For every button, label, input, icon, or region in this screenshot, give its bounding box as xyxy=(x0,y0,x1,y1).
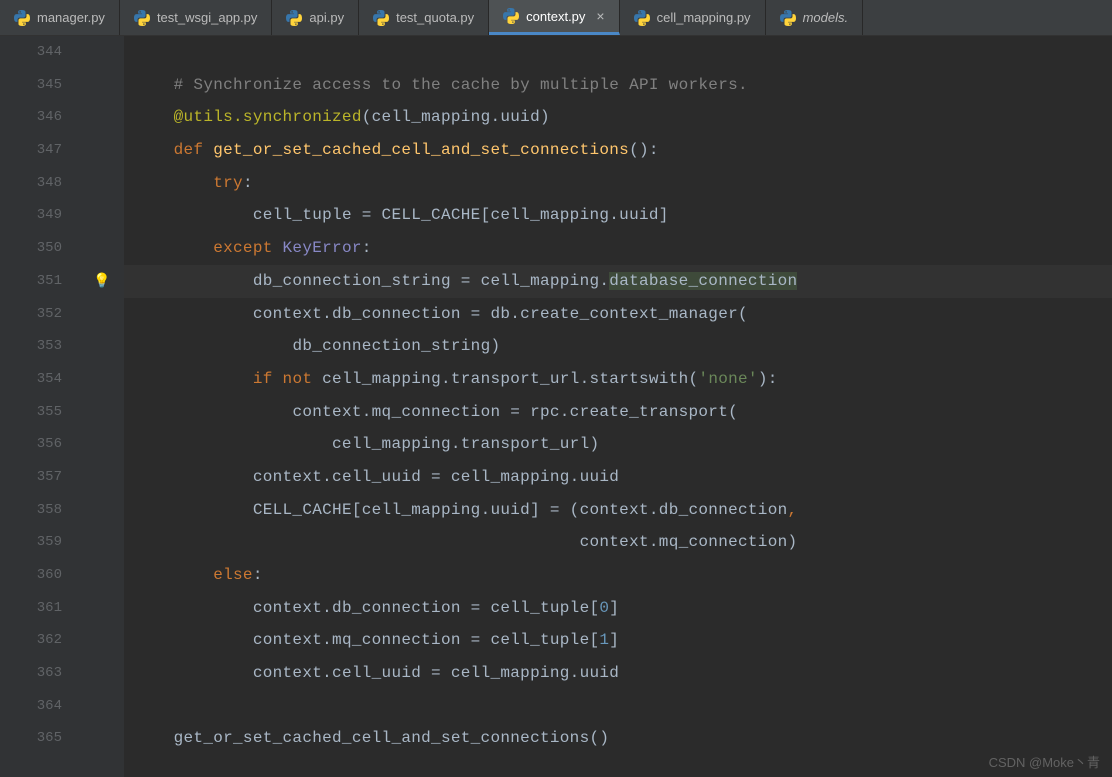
python-icon xyxy=(14,10,30,26)
editor-tabs: manager.py test_wsgi_app.py api.py test_… xyxy=(0,0,1112,36)
tab-models[interactable]: models. xyxy=(766,0,864,35)
line-number: 353 xyxy=(0,330,62,363)
line-number: 363 xyxy=(0,657,62,690)
python-icon xyxy=(503,8,519,24)
tab-cell-mapping[interactable]: cell_mapping.py xyxy=(620,0,766,35)
code-line: cell_mapping.transport_url) xyxy=(134,428,1112,461)
code-line: def get_or_set_cached_cell_and_set_conne… xyxy=(134,134,1112,167)
code-line xyxy=(134,36,1112,69)
line-number: 357 xyxy=(0,461,62,494)
line-number: 345 xyxy=(0,69,62,102)
code-line: db_connection_string) xyxy=(134,330,1112,363)
line-number: 352 xyxy=(0,298,62,331)
line-number: 347 xyxy=(0,134,62,167)
code-line: # Synchronize access to the cache by mul… xyxy=(134,69,1112,102)
lightbulb-icon[interactable]: 💡 xyxy=(93,273,110,290)
line-number: 356 xyxy=(0,428,62,461)
code-line: context.db_connection = cell_tuple[0] xyxy=(134,592,1112,625)
tab-label: test_wsgi_app.py xyxy=(157,10,257,25)
python-icon xyxy=(134,10,150,26)
code-line: context.cell_uuid = cell_mapping.uuid xyxy=(134,657,1112,690)
watermark: CSDN @Moke丶青 xyxy=(989,752,1100,771)
line-number: 349 xyxy=(0,199,62,232)
python-icon xyxy=(373,10,389,26)
python-icon xyxy=(780,10,796,26)
tab-context[interactable]: context.py × xyxy=(489,0,619,35)
code-line: except KeyError: xyxy=(134,232,1112,265)
tab-test-quota[interactable]: test_quota.py xyxy=(359,0,489,35)
python-icon xyxy=(634,10,650,26)
code-line: try: xyxy=(134,167,1112,200)
line-number: 354 xyxy=(0,363,62,396)
line-number: 344 xyxy=(0,36,62,69)
close-icon[interactable]: × xyxy=(596,8,604,24)
code-line: @utils.synchronized(cell_mapping.uuid) xyxy=(134,101,1112,134)
code-line xyxy=(134,690,1112,723)
code-line: context.db_connection = db.create_contex… xyxy=(134,298,1112,331)
tab-manager[interactable]: manager.py xyxy=(0,0,120,35)
tab-label: manager.py xyxy=(37,10,105,25)
line-number: 361 xyxy=(0,592,62,625)
line-number: 346 xyxy=(0,101,62,134)
line-number: 350 xyxy=(0,232,62,265)
line-number: 364 xyxy=(0,690,62,723)
python-icon xyxy=(286,10,302,26)
code-area[interactable]: # Synchronize access to the cache by mul… xyxy=(124,36,1112,777)
tab-label: context.py xyxy=(526,9,585,24)
tab-label: models. xyxy=(803,10,849,25)
code-line: if not cell_mapping.transport_url.starts… xyxy=(134,363,1112,396)
tab-label: api.py xyxy=(309,10,344,25)
line-number: 351 xyxy=(0,265,62,298)
tab-label: test_quota.py xyxy=(396,10,474,25)
line-number: 365 xyxy=(0,722,62,755)
line-number: 362 xyxy=(0,624,62,657)
line-number: 355 xyxy=(0,396,62,429)
line-number: 359 xyxy=(0,526,62,559)
code-line: context.mq_connection = rpc.create_trans… xyxy=(134,396,1112,429)
code-editor[interactable]: 344 345 346 347 348 349 350 351 352 353 … xyxy=(0,36,1112,777)
annotation-gutter: 💡 xyxy=(80,36,124,777)
line-number: 348 xyxy=(0,167,62,200)
code-line: db_connection_string = cell_mapping.data… xyxy=(134,265,1112,298)
line-number: 360 xyxy=(0,559,62,592)
tab-api[interactable]: api.py xyxy=(272,0,359,35)
tab-test-wsgi[interactable]: test_wsgi_app.py xyxy=(120,0,272,35)
code-line: CELL_CACHE[cell_mapping.uuid] = (context… xyxy=(134,494,1112,527)
code-line: else: xyxy=(134,559,1112,592)
code-line: cell_tuple = CELL_CACHE[cell_mapping.uui… xyxy=(134,199,1112,232)
code-line: context.cell_uuid = cell_mapping.uuid xyxy=(134,461,1112,494)
line-number: 358 xyxy=(0,494,62,527)
code-line: context.mq_connection) xyxy=(134,526,1112,559)
code-line: get_or_set_cached_cell_and_set_connectio… xyxy=(134,722,1112,755)
code-line: context.mq_connection = cell_tuple[1] xyxy=(134,624,1112,657)
tab-label: cell_mapping.py xyxy=(657,10,751,25)
line-number-gutter: 344 345 346 347 348 349 350 351 352 353 … xyxy=(0,36,80,777)
